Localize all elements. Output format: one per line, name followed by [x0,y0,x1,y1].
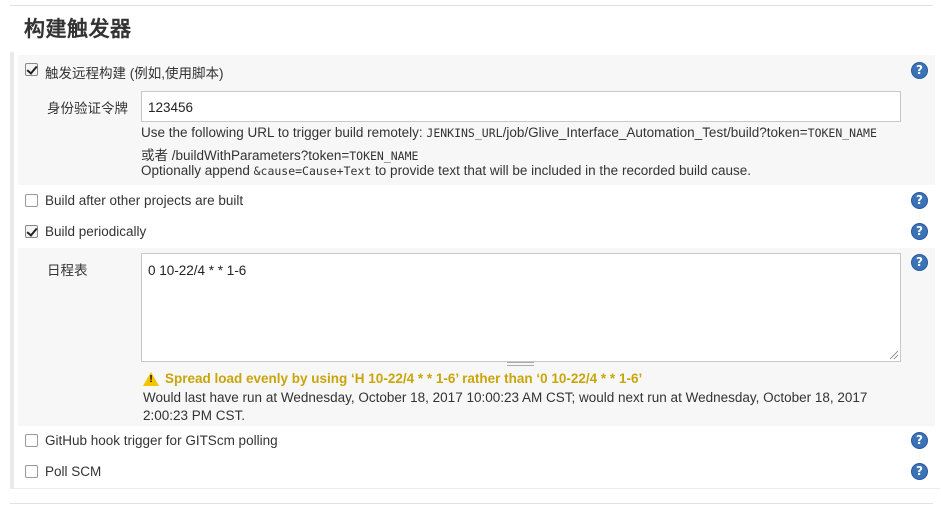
schedule-textarea-value: 0 10-22/4 * * 1-6 [148,263,247,278]
bottom-divider [10,503,933,504]
remote-trigger-checkbox[interactable] [25,63,38,76]
help-icon[interactable]: ? [911,254,928,271]
schedule-textarea[interactable]: 0 10-22/4 * * 1-6 [141,253,901,362]
resize-grip-icon[interactable] [890,351,898,359]
schedule-info-line2: 2:00:23 PM CST. [143,408,246,423]
remote-url-desc-line2: 或者 /buildWithParameters?token=TOKEN_NAME [141,144,418,164]
help-icon[interactable]: ? [911,432,928,449]
poll-scm-row: Poll SCM ? [18,457,935,487]
desc-text: /job/Glive_Interface_Automation_Test/bui… [502,125,808,140]
schedule-details: 日程表 0 10-22/4 * * 1-6 ? ! Spread load ev… [18,248,935,426]
schedule-label: 日程表 [47,263,88,278]
schedule-info-line1: Would last have run at Wednesday, Octobe… [143,390,868,405]
build-periodically-checkbox[interactable] [25,225,38,238]
remote-trigger-details: 身份验证令牌 123456 Use the following URL to t… [18,85,935,185]
help-icon[interactable]: ? [911,223,928,240]
desc-text: Optionally append [141,163,254,178]
token-label: 身份验证令牌 [47,101,128,116]
textarea-drag-handle[interactable] [141,361,901,367]
desc-text: to provide text that will be included in… [371,163,752,178]
desc-text: 或者 /buildWithParameters?token= [141,148,350,163]
remote-url-desc-line3: Optionally append &cause=Cause+Text to p… [141,163,751,178]
help-icon[interactable]: ? [911,62,928,79]
remote-trigger-row: 触发远程构建 (例如,使用脚本) ? [18,55,935,85]
help-icon[interactable]: ? [911,192,928,209]
token-input[interactable]: 123456 [141,91,901,122]
token-input-value: 123456 [148,100,194,115]
help-icon[interactable]: ? [911,463,928,480]
desc-code: TOKEN_NAME [349,149,419,163]
section-title: 构建触发器 [24,17,132,41]
build-after-row: Build after other projects are built ? [18,186,935,216]
warning-icon: ! [143,371,159,386]
desc-code: &cause=Cause+Text [253,164,372,178]
github-hook-checkbox[interactable] [25,434,38,447]
build-periodically-row: Build periodically ? [18,217,935,247]
section-left-bar [10,52,14,489]
remote-trigger-label[interactable]: 触发远程构建 (例如,使用脚本) [45,62,224,82]
warning-text: Spread load evenly by using ‘H 10-22/4 *… [165,371,643,386]
desc-code: TOKEN_NAME [807,126,877,140]
top-divider [10,5,933,6]
poll-scm-checkbox[interactable] [25,465,38,478]
poll-scm-label[interactable]: Poll SCM [45,464,101,479]
build-after-label[interactable]: Build after other projects are built [45,193,243,208]
remote-url-desc-line1: Use the following URL to trigger build r… [141,125,877,140]
desc-text: Use the following URL to trigger build r… [141,125,427,140]
github-hook-row: GitHub hook trigger for GITScm polling ? [18,426,935,456]
build-periodically-label[interactable]: Build periodically [45,224,146,239]
github-hook-label[interactable]: GitHub hook trigger for GITScm polling [45,433,278,448]
grip-lines-icon [507,362,534,366]
desc-code: JENKINS_URL [426,126,503,140]
build-after-checkbox[interactable] [25,194,38,207]
schedule-warning: ! Spread load evenly by using ‘H 10-22/4… [143,371,642,386]
section-bottom-bar [10,488,940,489]
